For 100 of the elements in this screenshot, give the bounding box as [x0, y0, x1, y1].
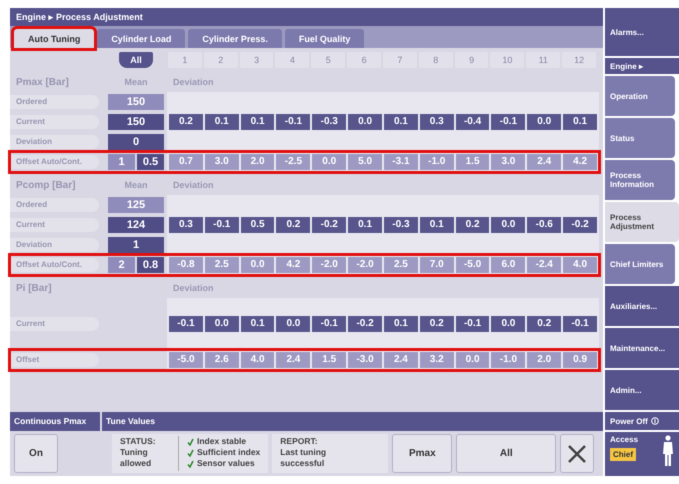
value-cell: 0.9 — [563, 352, 597, 368]
on-button[interactable]: On — [14, 434, 58, 473]
row-label: Deviation — [10, 135, 99, 149]
cylinder-column-button[interactable]: 3 — [240, 52, 274, 68]
value-cell: 0.2 — [527, 316, 562, 332]
value-cell: 0.2 — [276, 217, 310, 233]
close-button[interactable] — [560, 434, 594, 473]
value-cell: 0.0 — [204, 316, 239, 332]
row-label: Offset Auto/Cont. — [10, 155, 99, 169]
value-cell: -0.1 — [169, 316, 203, 332]
value-cell: -2.0 — [348, 257, 382, 273]
value-cell: 2.4 — [527, 154, 562, 170]
value-cell: 0.0 — [491, 316, 526, 332]
value-cell: 0.0 — [276, 316, 310, 332]
value-cell: 0.0 — [240, 257, 274, 273]
column-header: Deviation — [172, 77, 215, 87]
value-cell: -0.3 — [384, 217, 418, 233]
breadcrumb-bar: Engine ▸ Process Adjustment — [10, 8, 603, 26]
close-icon — [567, 444, 588, 464]
row-label: Deviation — [10, 238, 99, 252]
cylinder-column-button[interactable]: 1 — [168, 52, 202, 68]
value-cell: 5.0 — [348, 154, 382, 170]
value-cell: 3.0 — [491, 154, 526, 170]
value-cell: -0.2 — [348, 316, 382, 332]
value-cell: 0.2 — [169, 114, 203, 130]
mean-cell: 125 — [108, 197, 164, 213]
row-label: Ordered — [10, 198, 99, 212]
side-tab[interactable]: Chief Limiters — [605, 244, 675, 284]
mean-cell: 0.5 — [137, 154, 164, 170]
panel-header: Tune Values — [102, 412, 603, 431]
side-tab[interactable]: Operation — [605, 76, 675, 116]
value-cell: -0.1 — [491, 114, 526, 130]
check-item: Sensor values — [187, 458, 260, 469]
access-label: Access — [610, 435, 638, 444]
menu-button[interactable]: Maintenance... — [605, 328, 679, 368]
value-cell: 0.1 — [204, 114, 239, 130]
value-cell: 6.0 — [491, 257, 526, 273]
value-cell: 0.2 — [456, 217, 490, 233]
cylinder-column-button[interactable]: 12 — [562, 52, 596, 68]
value-cell: -0.2 — [563, 217, 597, 233]
value-cell: 0.0 — [527, 114, 562, 130]
status-text: STATUS: Tuning allowed — [120, 436, 157, 470]
value-cell: -0.1 — [204, 217, 239, 233]
row-label: Offset — [10, 353, 99, 367]
cylinder-column-button[interactable]: 11 — [526, 52, 560, 68]
menu-button[interactable]: Admin... — [605, 370, 679, 410]
value-cell: 0.0 — [312, 154, 346, 170]
value-cell: 0.0 — [348, 114, 382, 130]
panel-header: Continuous Pmax — [10, 412, 100, 431]
cylinder-column-button[interactable]: 6 — [347, 52, 381, 68]
value-cell: 1.5 — [312, 352, 346, 368]
side-tab[interactable]: Process Adjustment — [605, 202, 679, 242]
mean-cell: 0 — [108, 134, 164, 150]
value-cell: -0.4 — [456, 114, 490, 130]
cylinder-column-button[interactable]: 10 — [490, 52, 524, 68]
value-cell: 0.1 — [563, 114, 597, 130]
tab[interactable]: Cylinder Press. — [188, 29, 282, 48]
value-cell: 2.5 — [204, 257, 239, 273]
value-cell: 0.1 — [240, 316, 274, 332]
value-cell: 1.5 — [456, 154, 490, 170]
value-cell: 3.0 — [204, 154, 239, 170]
cylinder-column-button[interactable]: 5 — [311, 52, 346, 68]
cylinder-column-button[interactable]: 4 — [275, 52, 310, 68]
cylinder-column-button[interactable]: 8 — [418, 52, 453, 68]
menu-button[interactable]: Alarms... — [605, 8, 679, 56]
column-header: Mean — [123, 77, 148, 87]
value-cell: 4.0 — [563, 257, 597, 273]
mean-cell: 0.8 — [137, 257, 164, 273]
value-cell: 2.4 — [276, 352, 310, 368]
value-cell: -0.3 — [312, 114, 346, 130]
check-item: Index stable — [187, 436, 260, 447]
value-cell: -0.2 — [312, 217, 346, 233]
menu-button[interactable]: Auxiliaries... — [605, 286, 679, 326]
side-tab[interactable]: Status — [605, 118, 675, 158]
cylinder-column-button[interactable]: All — [119, 52, 153, 68]
cylinder-column-button[interactable]: 9 — [454, 52, 488, 68]
tune-button[interactable]: All — [456, 434, 556, 473]
group-header: Engine ▸ — [605, 58, 679, 74]
tab[interactable]: Auto Tuning — [14, 29, 94, 48]
value-cell: 0.2 — [420, 316, 454, 332]
value-cell: -0.1 — [276, 114, 310, 130]
value-cell: 2.0 — [527, 352, 562, 368]
tune-button[interactable]: Pmax — [392, 434, 452, 473]
value-cell: 0.1 — [384, 316, 418, 332]
value-cell: 0.3 — [169, 217, 203, 233]
mean-cell: 1 — [108, 237, 164, 253]
value-cell: -0.6 — [527, 217, 562, 233]
cylinder-column-button[interactable]: 2 — [204, 52, 238, 68]
row-label: Current — [10, 115, 99, 129]
cylinder-column-button[interactable]: 7 — [382, 52, 417, 68]
row-label: Current — [10, 218, 99, 232]
value-cell: 0.3 — [420, 114, 454, 130]
value-cell: -5.0 — [169, 352, 203, 368]
value-cell: 0.1 — [240, 114, 274, 130]
tab[interactable]: Cylinder Load — [97, 29, 186, 48]
value-cell: 0.1 — [420, 217, 454, 233]
mean-cell: 150 — [108, 94, 164, 110]
section-title: Pcomp [Bar] — [15, 180, 76, 190]
side-tab[interactable]: Process Information — [605, 160, 675, 200]
tab[interactable]: Fuel Quality — [284, 29, 364, 48]
